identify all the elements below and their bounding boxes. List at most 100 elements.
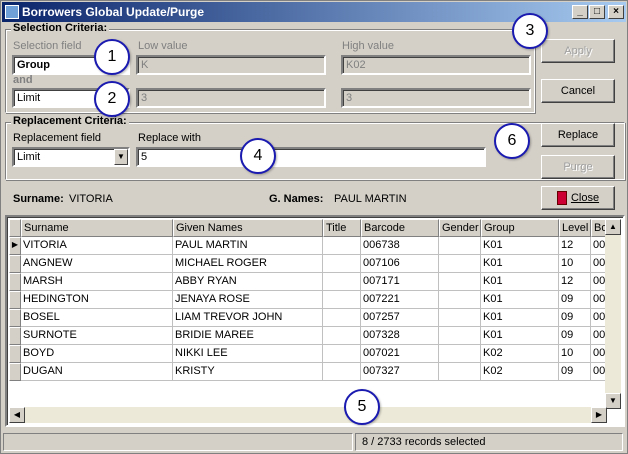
cell-title[interactable]	[323, 273, 361, 291]
cell-title[interactable]	[323, 345, 361, 363]
cell-given-names[interactable]: ABBY RYAN	[173, 273, 323, 291]
cell-group[interactable]: K01	[481, 237, 559, 255]
cell-title[interactable]	[323, 363, 361, 381]
cell-given-names[interactable]: NIKKI LEE	[173, 345, 323, 363]
cell-gender[interactable]	[439, 309, 481, 327]
cell-gender[interactable]	[439, 255, 481, 273]
given-names-label: G. Names:	[269, 193, 324, 205]
high-value-2-input[interactable]: 3	[341, 88, 531, 108]
cell-surname[interactable]: BOSEL	[21, 309, 173, 327]
cell-gender[interactable]	[439, 273, 481, 291]
scroll-up-icon[interactable]: ▲	[605, 219, 621, 235]
cell-given-names[interactable]: LIAM TREVOR JOHN	[173, 309, 323, 327]
cell-level[interactable]: 12	[559, 273, 591, 291]
vertical-scrollbar[interactable]: ▲ ▼	[605, 219, 621, 409]
cell-group[interactable]: K01	[481, 273, 559, 291]
cell-gender[interactable]	[439, 327, 481, 345]
high-value-2-text: 3	[346, 92, 353, 104]
cell-group[interactable]: K01	[481, 255, 559, 273]
low-value-2-input[interactable]: 3	[136, 88, 326, 108]
apply-button[interactable]: Apply	[541, 39, 615, 63]
scroll-right-icon[interactable]: ▶	[591, 407, 607, 423]
cell-level[interactable]: 09	[559, 327, 591, 345]
status-panel-records: 8 / 2733 records selected	[355, 433, 623, 451]
replace-with-input[interactable]: 5	[136, 147, 486, 167]
cell-level[interactable]: 09	[559, 309, 591, 327]
cell-group[interactable]: K02	[481, 345, 559, 363]
cell-gender[interactable]	[439, 363, 481, 381]
cell-barcode[interactable]: 007327	[361, 363, 439, 381]
row-selector[interactable]	[9, 255, 21, 273]
scroll-down-icon[interactable]: ▼	[605, 393, 621, 409]
col-header-gender[interactable]: Gender	[439, 219, 481, 237]
cell-title[interactable]	[323, 255, 361, 273]
high-value-1-input[interactable]: K02	[341, 55, 531, 75]
cell-title[interactable]	[323, 237, 361, 255]
row-selector[interactable]	[9, 291, 21, 309]
row-selector[interactable]	[9, 363, 21, 381]
cell-group[interactable]: K01	[481, 291, 559, 309]
cell-gender[interactable]	[439, 291, 481, 309]
cell-level[interactable]: 10	[559, 345, 591, 363]
cell-surname[interactable]: DUGAN	[21, 363, 173, 381]
selection-criteria-title: Selection Criteria:	[11, 22, 110, 34]
row-selector[interactable]	[9, 345, 21, 363]
row-pointer-icon[interactable]: ▶	[9, 237, 21, 255]
row-selector[interactable]	[9, 309, 21, 327]
col-header-title[interactable]: Title	[323, 219, 361, 237]
close-button[interactable]: Close	[541, 186, 615, 210]
cell-title[interactable]	[323, 291, 361, 309]
purge-button[interactable]: Purge	[541, 155, 615, 179]
cell-barcode[interactable]: 007021	[361, 345, 439, 363]
col-header-barcode[interactable]: Barcode	[361, 219, 439, 237]
cell-group[interactable]: K02	[481, 363, 559, 381]
cell-given-names[interactable]: MICHAEL ROGER	[173, 255, 323, 273]
maximize-button[interactable]: □	[589, 5, 605, 19]
replacement-field-dropdown[interactable]: Limit ▼	[12, 147, 130, 167]
cell-title[interactable]	[323, 327, 361, 345]
row-selector[interactable]	[9, 273, 21, 291]
col-header-surname[interactable]: Surname	[21, 219, 173, 237]
callout-2: 2	[94, 81, 130, 117]
cell-given-names[interactable]: PAUL MARTIN	[173, 237, 323, 255]
cell-group[interactable]: K01	[481, 327, 559, 345]
col-header-level[interactable]: Level	[559, 219, 591, 237]
cell-barcode[interactable]: 007171	[361, 273, 439, 291]
callout-1: 1	[94, 39, 130, 75]
cell-level[interactable]: 09	[559, 291, 591, 309]
cell-group[interactable]: K01	[481, 309, 559, 327]
row-selector[interactable]	[9, 327, 21, 345]
cell-barcode[interactable]: 007328	[361, 327, 439, 345]
close-window-button[interactable]: ×	[608, 5, 624, 19]
cell-surname[interactable]: SURNOTE	[21, 327, 173, 345]
col-header-given-names[interactable]: Given Names	[173, 219, 323, 237]
cell-gender[interactable]	[439, 345, 481, 363]
cell-barcode[interactable]: 007221	[361, 291, 439, 309]
cell-surname[interactable]: HEDINGTON	[21, 291, 173, 309]
cell-surname[interactable]: MARSH	[21, 273, 173, 291]
replace-button[interactable]: Replace	[541, 123, 615, 147]
borrowers-grid[interactable]: Surname Given Names Title Barcode Gender…	[5, 215, 625, 427]
chevron-down-icon[interactable]: ▼	[114, 149, 128, 165]
low-value-1-input[interactable]: K	[136, 55, 326, 75]
cell-surname[interactable]: ANGNEW	[21, 255, 173, 273]
cancel-button[interactable]: Cancel	[541, 79, 615, 103]
cell-barcode[interactable]: 007257	[361, 309, 439, 327]
cell-barcode[interactable]: 006738	[361, 237, 439, 255]
cell-level[interactable]: 12	[559, 237, 591, 255]
scroll-left-icon[interactable]: ◀	[9, 407, 25, 423]
horizontal-scrollbar[interactable]: ◀ ▶	[9, 407, 607, 423]
cell-surname[interactable]: VITORIA	[21, 237, 173, 255]
cell-level[interactable]: 10	[559, 255, 591, 273]
cell-barcode[interactable]: 007106	[361, 255, 439, 273]
cell-given-names[interactable]: BRIDIE MAREE	[173, 327, 323, 345]
cell-level[interactable]: 09	[559, 363, 591, 381]
cell-given-names[interactable]: JENAYA ROSE	[173, 291, 323, 309]
high-value-label: High value	[342, 40, 394, 52]
cell-title[interactable]	[323, 309, 361, 327]
cell-surname[interactable]: BOYD	[21, 345, 173, 363]
cell-given-names[interactable]: KRISTY	[173, 363, 323, 381]
col-header-group[interactable]: Group	[481, 219, 559, 237]
minimize-button[interactable]: _	[572, 5, 588, 19]
cell-gender[interactable]	[439, 237, 481, 255]
